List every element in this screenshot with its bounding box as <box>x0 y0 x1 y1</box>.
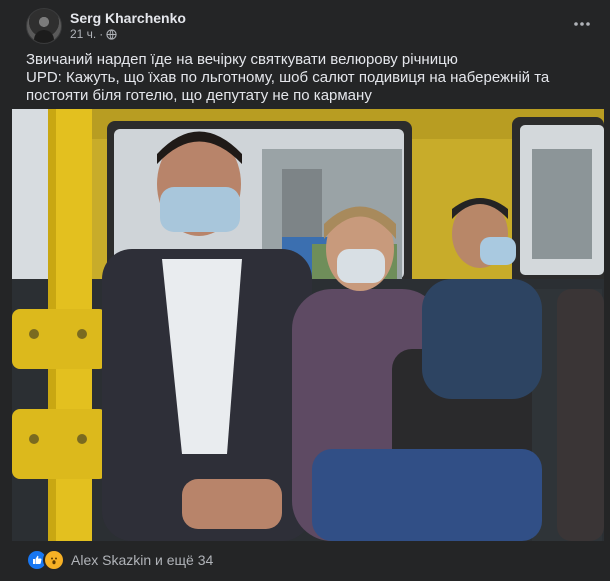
post-time-row: 21 ч. · <box>70 27 186 42</box>
more-options-icon[interactable] <box>570 14 594 34</box>
author-avatar[interactable] <box>26 8 62 44</box>
globe-icon <box>106 29 117 40</box>
post-header: Serg Kharchenko 21 ч. · <box>26 8 186 44</box>
post-text: Звичаний нардеп їде на вечірку святкуват… <box>26 51 596 105</box>
reaction-icons <box>26 549 65 571</box>
post-meta: Serg Kharchenko 21 ч. · <box>70 10 186 42</box>
post-text-line-2: UPD: Кажуть, що їхав по льготному, шоб с… <box>26 69 550 104</box>
reactions-summary[interactable]: Alex Skazkin и ещё 34 <box>71 552 213 568</box>
post-text-line-1: Звичаний нардеп їде на вечірку святкуват… <box>26 51 458 68</box>
author-name[interactable]: Serg Kharchenko <box>70 10 186 27</box>
bus-interior-image <box>12 109 604 541</box>
post-photo[interactable] <box>12 109 604 541</box>
feed-post: Serg Kharchenko 21 ч. · Звичаний нардеп … <box>0 0 610 581</box>
wow-icon <box>43 549 65 571</box>
reactions-bar[interactable]: Alex Skazkin и ещё 34 <box>26 546 213 574</box>
separator-dot: · <box>99 27 104 41</box>
post-timestamp[interactable]: 21 ч. <box>70 27 96 42</box>
